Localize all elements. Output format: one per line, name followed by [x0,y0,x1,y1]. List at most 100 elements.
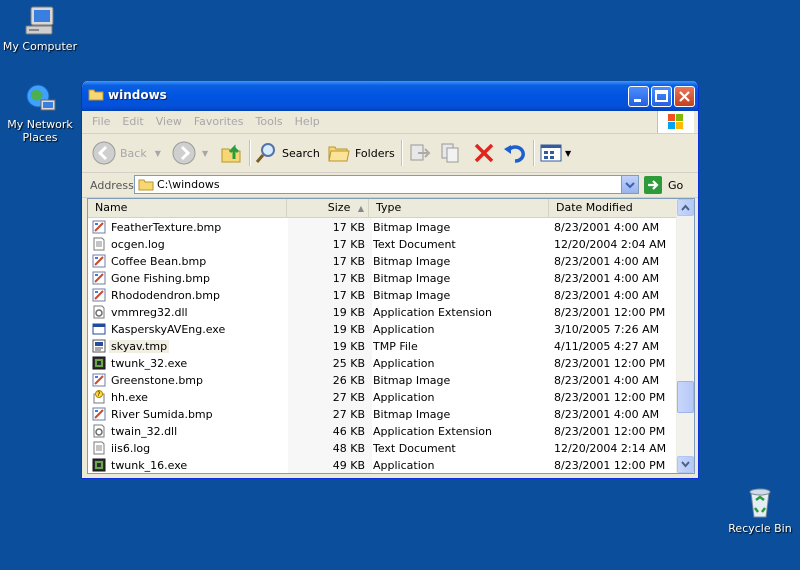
column-header-name[interactable]: Name [88,199,287,217]
chevron-down-icon: ▼ [565,148,572,158]
column-header-type[interactable]: Type [369,199,549,217]
sort-ascending-icon: ▲ [357,204,364,213]
menu-help[interactable]: Help [289,111,326,128]
chevron-down-icon[interactable]: ▼ [155,149,161,158]
menu-favorites[interactable]: Favorites [188,111,250,128]
folders-button[interactable]: Folders [327,140,395,166]
file-size: 17 KB [332,289,365,302]
file-date-modified: 8/23/2001 12:00 PM [554,459,666,472]
menu-file[interactable]: File [82,111,116,128]
file-row[interactable]: vmmreg32.dll 19 KB Application Extension 8/… [88,304,677,321]
menu-view[interactable]: View [150,111,188,128]
menu-tools[interactable]: Tools [250,111,289,128]
file-row[interactable]: skyav.tmp 19 KB TMP File 4/11/2005 4:27 AM [88,338,677,355]
file-date-modified: 8/23/2001 12:00 PM [554,425,666,438]
menu-edit[interactable]: Edit [116,111,149,128]
column-label: Type [376,201,402,214]
file-row[interactable]: Rhododendron.bmp 17 KB Bitmap Image 8/23/20… [88,287,677,304]
dll-file-icon [92,305,106,319]
file-name-cell: Gone Fishing.bmp [92,270,287,287]
file-size: 19 KB [332,340,365,353]
go-label: Go [668,178,684,192]
scroll-up-button[interactable] [677,199,694,216]
address-field[interactable]: C:\windows [134,175,639,194]
folder-icon [138,178,154,194]
file-name: twunk_16.exe [111,459,188,472]
delete-button[interactable] [472,140,496,166]
file-name: FeatherTexture.bmp [111,221,222,234]
desktop-icon-my-computer[interactable]: My Computer [0,4,80,53]
file-date-modified: 12/20/2004 2:14 AM [554,442,667,455]
move-to-button[interactable] [408,140,432,166]
column-header-date[interactable]: Date Modified [549,199,677,217]
address-dropdown-button[interactable] [621,176,638,193]
scroll-down-button[interactable] [677,456,694,473]
desktop-icon-recycle-bin[interactable]: Recycle Bin [720,486,800,535]
title-bar[interactable]: windows [82,81,698,111]
file-size: 17 KB [332,255,365,268]
file-row[interactable]: iis6.log 48 KB Text Document 12/20/2004 2:1… [88,440,677,457]
file-row[interactable]: Greenstone.bmp 26 KB Bitmap Image 8/23/2001… [88,372,677,389]
file-row[interactable]: Coffee Bean.bmp 17 KB Bitmap Image 8/23/200… [88,253,677,270]
standard-toolbar: Back ▼ ▼ Search Folders ▼ [82,134,698,173]
application-window-icon [92,322,106,336]
file-name: hh.exe [111,391,148,404]
copy-to-button[interactable] [439,140,463,166]
file-row[interactable]: twain_32.dll 46 KB Application Extension 8/… [88,423,677,440]
file-type: Text Document [373,238,456,251]
file-type: Bitmap Image [373,289,451,302]
file-name: iis6.log [111,442,151,455]
text-file-icon [92,237,106,251]
copy-to-icon [441,143,459,163]
file-name-cell: Coffee Bean.bmp [92,253,287,270]
file-size: 17 KB [332,272,365,285]
address-label: Address [90,179,134,192]
file-row[interactable]: twunk_16.exe 49 KB Application 8/23/2001 12… [88,457,677,473]
file-size: 26 KB [332,374,365,387]
file-size: 19 KB [332,306,365,319]
explorer-window[interactable]: windows File Edit View Favorites Tools Help [81,81,699,479]
file-row[interactable]: ? hh.exe 27 KB Application 8/23/2001 12:00 P… [88,389,677,406]
back-button[interactable]: Back ▼ [92,140,161,166]
file-row[interactable]: Gone Fishing.bmp 17 KB Bitmap Image 8/23/20… [88,270,677,287]
file-name-cell: twain_32.dll [92,423,287,440]
file-name-cell: ocgen.log [92,236,287,253]
file-type: Text Document [373,442,456,455]
file-size: 48 KB [332,442,365,455]
minimize-button[interactable] [628,86,649,107]
file-date-modified: 3/10/2005 7:26 AM [554,323,660,336]
file-row[interactable]: FeatherTexture.bmp 17 KB Bitmap Image 8/23/… [88,219,677,236]
undo-button[interactable] [503,140,527,166]
forward-button[interactable]: ▼ [172,140,208,166]
file-row[interactable]: ocgen.log 17 KB Text Document 12/20/2004 2:… [88,236,677,253]
file-row[interactable]: KasperskyAVEng.exe 19 KB Application 3/10/2… [88,321,677,338]
chevron-up-icon [681,204,690,211]
file-type: Bitmap Image [373,221,451,234]
file-row[interactable]: twunk_32.exe 25 KB Application 8/23/2001 12… [88,355,677,372]
go-button[interactable]: Go [644,176,683,194]
file-name-cell: skyav.tmp [92,338,287,355]
file-list-view[interactable]: Name Size ▲ Type Date Modified FeatherTe… [87,198,695,474]
file-name: Rhododendron.bmp [111,289,220,302]
up-folder-button[interactable] [220,140,244,166]
file-row[interactable]: River Sumida.bmp 27 KB Bitmap Image 8/23/20… [88,406,677,423]
chevron-down-icon[interactable]: ▼ [202,149,208,158]
desktop-icon-network-places[interactable]: My Network Places [0,82,80,144]
desktop-icon-label: Recycle Bin [728,522,792,535]
file-size: 19 KB [332,323,365,336]
column-header-size[interactable]: Size ▲ [287,199,369,217]
undo-icon [504,145,525,163]
scroll-thumb[interactable] [677,381,694,413]
file-date-modified: 8/23/2001 4:00 AM [554,255,660,268]
search-button[interactable]: Search [254,140,320,166]
views-button[interactable]: ▼ [539,140,571,166]
vertical-scrollbar[interactable] [676,199,694,473]
close-button[interactable] [674,86,695,107]
file-date-modified: 8/23/2001 4:00 AM [554,221,660,234]
desktop-icon-label: My Computer [2,40,78,53]
go-arrow-icon [644,176,662,194]
maximize-button[interactable] [651,86,672,107]
file-size: 17 KB [332,221,365,234]
file-name-cell: ? hh.exe [92,389,287,406]
file-name-cell: twunk_16.exe [92,457,287,473]
